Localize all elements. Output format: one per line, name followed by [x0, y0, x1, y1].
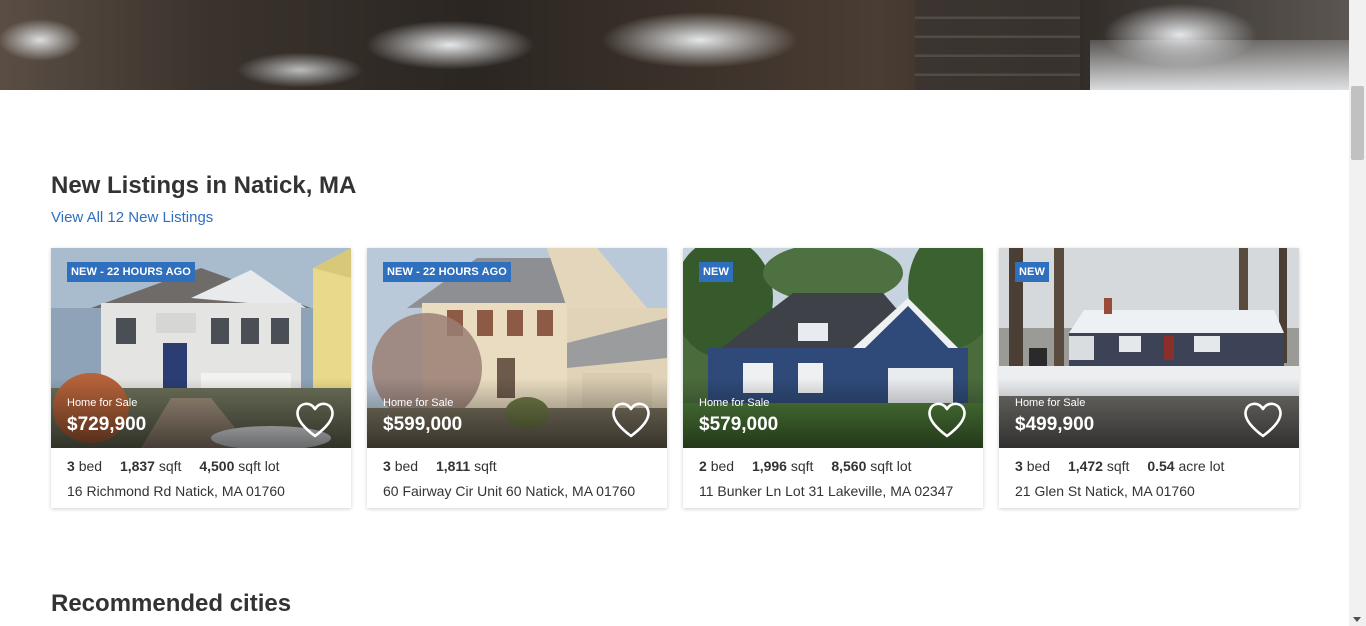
- listing-cards: NEW - 22 HOURS AGO Home for Sale $729,90…: [51, 248, 1299, 508]
- listing-facts: 2 bed 1,996 sqft 8,560 sqft lot: [699, 458, 967, 480]
- lot-value: 4,500: [199, 458, 235, 474]
- lot-label: sqft lot: [870, 458, 912, 474]
- sqft-fact: 1,472 sqft: [1068, 458, 1130, 474]
- hero-snow-decoration: [1090, 40, 1349, 90]
- scrollbar-thumb[interactable]: [1351, 86, 1364, 160]
- lot-value: 0.54: [1147, 458, 1175, 474]
- scroll-down-arrow-icon[interactable]: [1353, 617, 1361, 622]
- new-listing-badge: NEW - 22 HOURS AGO: [67, 262, 195, 282]
- beds-label: bed: [1026, 458, 1051, 474]
- listing-photo[interactable]: NEW Home for Sale $499,900: [999, 248, 1299, 448]
- lot-fact: 0.54 acre lot: [1147, 458, 1224, 474]
- beds-label: bed: [78, 458, 103, 474]
- beds-value: 3: [1015, 458, 1023, 474]
- listing-card[interactable]: NEW Home for Sale $579,000 2 bed 1,996 s…: [683, 248, 983, 508]
- listing-status: Home for Sale: [1015, 397, 1086, 409]
- page: New Listings in Natick, MA View All 12 N…: [0, 0, 1366, 626]
- sqft-value: 1,837: [119, 458, 155, 474]
- beds-value: 3: [383, 458, 391, 474]
- listing-facts: 3 bed 1,811 sqft: [383, 458, 651, 480]
- listing-facts: 3 bed 1,472 sqft 0.54 acre lot: [1015, 458, 1283, 480]
- listing-address: 16 Richmond Rd Natick, MA 01760: [67, 483, 285, 499]
- listing-address: 11 Bunker Ln Lot 31 Lakeville, MA 02347: [699, 483, 954, 499]
- listing-facts: 3 bed 1,837 sqft 4,500 sqft lot: [67, 458, 335, 480]
- new-listing-badge: NEW: [1015, 262, 1049, 282]
- listing-address: 21 Glen St Natick, MA 01760: [1015, 483, 1195, 499]
- beds-fact: 3 bed: [383, 458, 418, 474]
- listing-details: 3 bed 1,811 sqft 60 Fairway Cir Unit 60 …: [367, 448, 667, 499]
- sqft-label: sqft: [474, 458, 497, 474]
- heart-icon[interactable]: [1242, 400, 1284, 440]
- lot-label: sqft lot: [238, 458, 280, 474]
- listing-price: $579,000: [699, 414, 779, 435]
- page-scrollbar[interactable]: [1349, 0, 1366, 626]
- listing-price: $729,900: [67, 414, 147, 435]
- sqft-fact: 1,837 sqft: [120, 458, 182, 474]
- lot-fact: 8,560 sqft lot: [831, 458, 911, 474]
- beds-label: bed: [710, 458, 735, 474]
- listing-details: 2 bed 1,996 sqft 8,560 sqft lot 11 Bunke…: [683, 448, 983, 499]
- lot-value: 8,560: [831, 458, 867, 474]
- heart-icon[interactable]: [610, 400, 652, 440]
- view-all-listings-link[interactable]: View All 12 New Listings: [51, 209, 213, 226]
- beds-label: bed: [394, 458, 419, 474]
- sqft-label: sqft: [158, 458, 182, 474]
- beds-fact: 3 bed: [1015, 458, 1050, 474]
- listing-status: Home for Sale: [699, 397, 770, 409]
- section-title: New Listings in Natick, MA: [51, 172, 357, 199]
- listing-card[interactable]: NEW Home for Sale $499,900 3 bed 1,472 s…: [999, 248, 1299, 508]
- lot-fact: 4,500 sqft lot: [199, 458, 279, 474]
- heart-icon[interactable]: [294, 400, 336, 440]
- beds-fact: 3 bed: [67, 458, 102, 474]
- new-listing-badge: NEW - 22 HOURS AGO: [383, 262, 511, 282]
- listing-card[interactable]: NEW - 22 HOURS AGO Home for Sale $599,00…: [367, 248, 667, 508]
- sqft-value: 1,811: [435, 458, 471, 474]
- sqft-fact: 1,996 sqft: [752, 458, 814, 474]
- new-listing-badge: NEW: [699, 262, 733, 282]
- lot-label: acre lot: [1178, 458, 1225, 474]
- sqft-fact: 1,811 sqft: [436, 458, 497, 474]
- listing-details: 3 bed 1,837 sqft 4,500 sqft lot 16 Richm…: [51, 448, 351, 499]
- beds-fact: 2 bed: [699, 458, 734, 474]
- beds-value: 2: [699, 458, 707, 474]
- sqft-label: sqft: [790, 458, 814, 474]
- listing-price: $599,000: [383, 414, 463, 435]
- listing-card[interactable]: NEW - 22 HOURS AGO Home for Sale $729,90…: [51, 248, 351, 508]
- sqft-value: 1,996: [751, 458, 787, 474]
- listing-address: 60 Fairway Cir Unit 60 Natick, MA 01760: [383, 483, 636, 499]
- hero-steps-decoration: [915, 0, 1080, 90]
- beds-value: 3: [67, 458, 75, 474]
- recommended-cities-title: Recommended cities: [51, 590, 292, 617]
- listing-status: Home for Sale: [67, 397, 138, 409]
- listing-price: $499,900: [1015, 414, 1095, 435]
- listing-photo[interactable]: NEW Home for Sale $579,000: [683, 248, 983, 448]
- listing-photo[interactable]: NEW - 22 HOURS AGO Home for Sale $599,00…: [367, 248, 667, 448]
- sqft-label: sqft: [1106, 458, 1130, 474]
- listing-status: Home for Sale: [383, 397, 454, 409]
- hero-image: [0, 0, 1349, 90]
- sqft-value: 1,472: [1067, 458, 1103, 474]
- listing-photo[interactable]: NEW - 22 HOURS AGO Home for Sale $729,90…: [51, 248, 351, 448]
- listing-details: 3 bed 1,472 sqft 0.54 acre lot 21 Glen S…: [999, 448, 1299, 499]
- heart-icon[interactable]: [926, 400, 968, 440]
